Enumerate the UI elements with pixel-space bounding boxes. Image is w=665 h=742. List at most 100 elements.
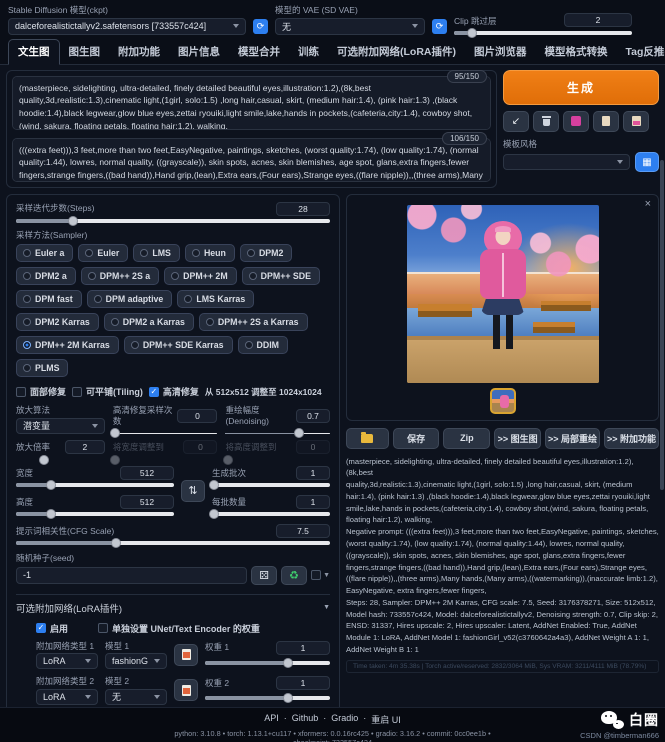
tab-train[interactable]: 训练 [289, 40, 328, 64]
zip-button[interactable]: Zip [443, 428, 490, 449]
sampler-option[interactable]: DPM adaptive [87, 290, 173, 308]
sampler-option[interactable]: DPM++ SDE [242, 267, 320, 285]
sampler-option[interactable]: DPM++ 2S a Karras [199, 313, 308, 331]
width-value[interactable]: 512 [120, 466, 174, 480]
steps-slider[interactable] [16, 219, 330, 223]
reload-ui-link[interactable]: 重启 UI [371, 713, 401, 726]
height-slider[interactable] [16, 512, 174, 516]
paste-params-button[interactable]: ↙ [503, 111, 529, 132]
sampler-option[interactable]: PLMS [16, 359, 68, 377]
random-seed-button[interactable]: ⚄ [251, 566, 277, 585]
denoising-slider[interactable] [225, 433, 330, 434]
github-link[interactable]: Github [292, 713, 319, 726]
batch-size-value[interactable]: 1 [296, 495, 330, 509]
sampler-option-selected[interactable]: DPM++ 2M Karras [16, 336, 119, 354]
generated-image[interactable] [407, 205, 599, 383]
reuse-seed-button[interactable]: ♻ [281, 566, 307, 585]
open-folder-button[interactable] [346, 428, 389, 449]
send-to-extras-button[interactable]: >> 附加功能 [604, 428, 659, 449]
sampler-option[interactable]: DPM2 a [16, 267, 76, 285]
styles-select[interactable] [503, 154, 630, 170]
swap-dimensions-button[interactable]: ⇅ [181, 480, 205, 502]
save-style-button[interactable] [623, 111, 649, 132]
lora-model-select[interactable]: 无 [105, 689, 167, 705]
sampler-option[interactable]: DPM++ 2S a [81, 267, 159, 285]
tab-png-info[interactable]: 图片信息 [169, 40, 229, 64]
seed-input[interactable] [16, 567, 247, 584]
lora-enable-toggle[interactable]: ✓启用 [36, 622, 68, 635]
sampler-option[interactable]: DPM2 [240, 244, 292, 262]
upscaler-select[interactable]: 潜变量 [16, 418, 105, 434]
close-icon[interactable]: × [645, 198, 651, 210]
hires-fix-toggle[interactable]: ✓高清修复 [149, 385, 199, 398]
gallery-thumbnail[interactable] [490, 388, 516, 414]
denoising-value[interactable]: 0.7 [296, 409, 330, 423]
refresh-vae-button[interactable]: ⟳ [432, 19, 447, 34]
lora-type-select[interactable]: LoRA [36, 653, 98, 669]
send-to-inpaint-button[interactable]: >> 局部重绘 [545, 428, 600, 449]
sampler-option[interactable]: LMS [133, 244, 180, 262]
clear-prompt-button[interactable] [533, 111, 559, 132]
hires-steps-slider[interactable] [113, 433, 218, 434]
sampler-option[interactable]: DPM2 Karras [16, 313, 99, 331]
styles-apply-button[interactable]: ▦ [635, 152, 659, 172]
clip-skip-value[interactable]: 2 [564, 13, 632, 27]
tab-txt2img[interactable]: 文生图 [8, 39, 60, 65]
tab-img2img[interactable]: 图生图 [60, 40, 110, 64]
lora-model-select[interactable]: fashionG [105, 653, 167, 669]
refresh-checkpoint-button[interactable]: ⟳ [253, 19, 268, 34]
tiling-toggle[interactable]: 可平铺(Tiling) [72, 385, 143, 398]
negative-prompt-input[interactable]: (((extra feet))),3 feet,more than two fe… [12, 138, 491, 182]
save-button[interactable]: 保存 [393, 428, 440, 449]
extra-networks-button[interactable] [563, 111, 589, 132]
lora-weight-slider[interactable] [205, 661, 330, 665]
gradio-link[interactable]: Gradio [331, 713, 358, 726]
lora-weight-value[interactable]: 1 [276, 676, 330, 690]
clip-skip-slider[interactable] [454, 31, 632, 35]
sampler-option[interactable]: Euler [78, 244, 128, 262]
checkpoint-select[interactable]: dalceforealistictallyv2.safetensors [733… [8, 18, 246, 35]
height-value[interactable]: 512 [120, 495, 174, 509]
sampler-option[interactable]: DDIM [238, 336, 288, 354]
sampler-option[interactable]: Euler a [16, 244, 73, 262]
lora-type-select[interactable]: LoRA [36, 689, 98, 705]
sampler-option[interactable]: LMS Karras [177, 290, 254, 308]
lora-model-info-button[interactable] [174, 644, 198, 666]
tab-extras[interactable]: 附加功能 [109, 40, 169, 64]
api-link[interactable]: API [264, 713, 279, 726]
sampler-option[interactable]: DPM++ SDE Karras [124, 336, 233, 354]
lora-weight-slider[interactable] [205, 696, 330, 700]
steps-value[interactable]: 28 [276, 202, 330, 216]
cfg-scale-slider[interactable] [16, 541, 330, 545]
lora-section-title[interactable]: 可选附加网络(LoRA插件) [16, 601, 122, 615]
generate-button[interactable]: 生成 [503, 70, 659, 105]
vae-select[interactable]: 无 [275, 18, 425, 35]
tab-model-converter[interactable]: 模型格式转换 [536, 40, 617, 64]
send-to-img2img-button[interactable]: >> 图生图 [494, 428, 541, 449]
tab-checkpoint-merger[interactable]: 模型合并 [229, 40, 289, 64]
sampler-option[interactable]: DPM++ 2M [164, 267, 237, 285]
hires-steps-value[interactable]: 0 [177, 409, 217, 423]
collapse-arrow-icon[interactable]: ▼ [323, 604, 330, 611]
upscale-by-value[interactable]: 2 [65, 440, 105, 454]
cfg-scale-value[interactable]: 7.5 [276, 524, 330, 538]
lora-model-info-button[interactable] [174, 679, 198, 701]
sampler-option[interactable]: Heun [185, 244, 235, 262]
width-slider[interactable] [16, 483, 174, 487]
prompt-input[interactable]: (masterpiece, sidelighting, ultra-detail… [12, 76, 491, 130]
sampler-option[interactable]: DPM2 a Karras [104, 313, 194, 331]
tab-additional-networks[interactable]: 可选附加网络(LoRA插件) [328, 40, 465, 64]
lora-weight-value[interactable]: 1 [276, 641, 330, 655]
sampler-option[interactable]: DPM fast [16, 290, 82, 308]
tab-image-browser[interactable]: 图片浏览器 [465, 40, 536, 64]
scrollbar[interactable] [660, 160, 664, 490]
tab-tagger[interactable]: Tag反推(Tagger) [617, 40, 665, 64]
styles-block: 模板风格 ▦ [503, 139, 659, 173]
batch-size-slider[interactable] [212, 512, 330, 516]
seed-extra-toggle[interactable]: ▼ [311, 570, 330, 580]
restore-faces-toggle[interactable]: 面部修复 [16, 385, 66, 398]
batch-count-value[interactable]: 1 [296, 466, 330, 480]
lora-separate-weights-toggle[interactable]: 单独设置 UNet/Text Encoder 的权重 [98, 622, 260, 635]
batch-count-slider[interactable] [212, 483, 330, 487]
apply-style-button[interactable] [593, 111, 619, 132]
